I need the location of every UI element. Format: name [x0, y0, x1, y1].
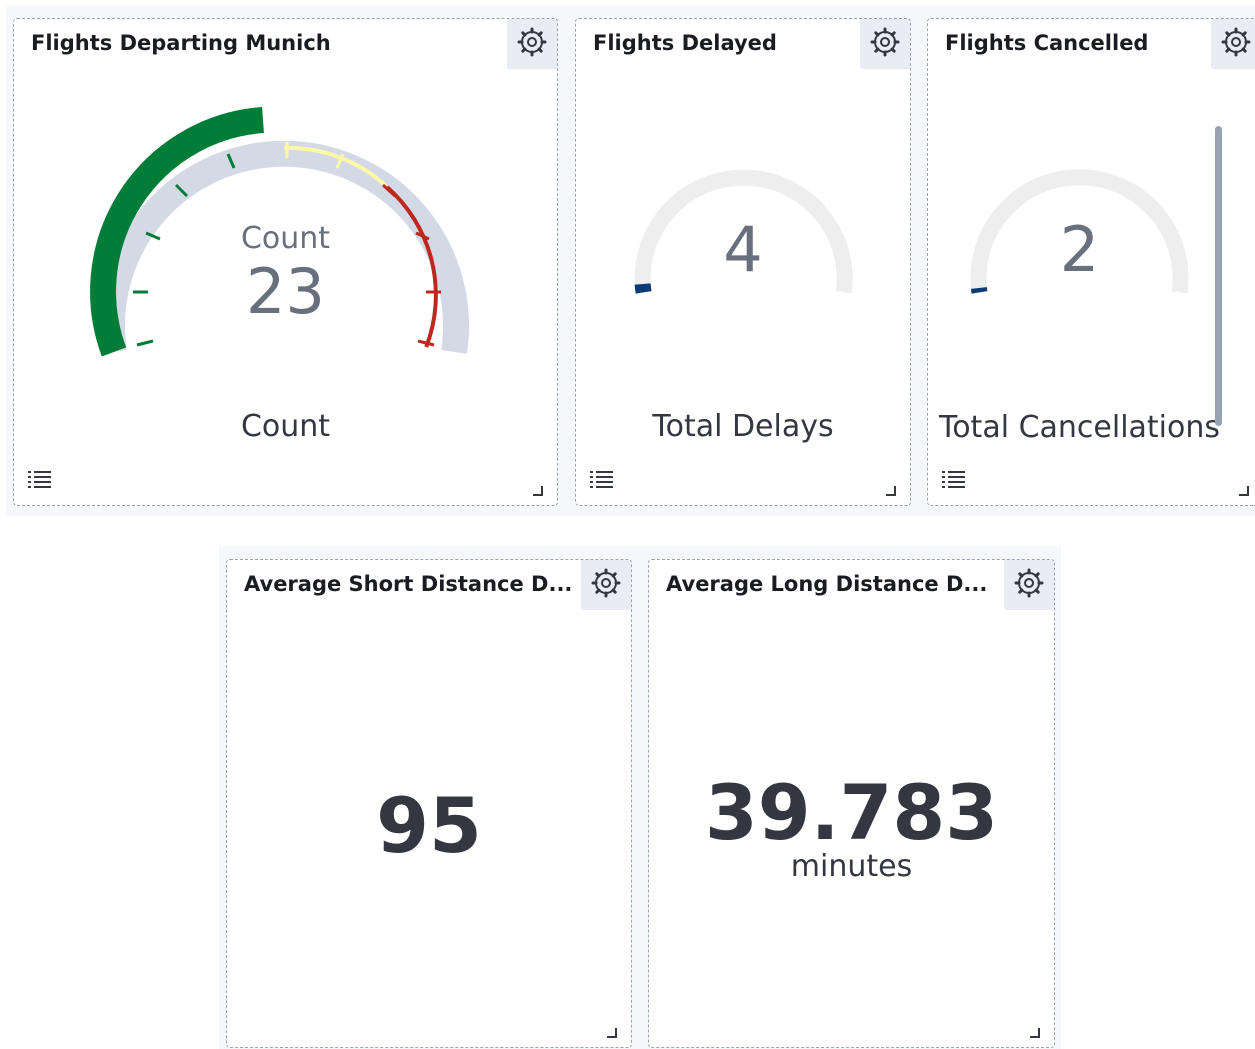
legend-toggle-button[interactable]: [941, 469, 967, 491]
gauge-value-fill: [970, 287, 988, 294]
gauge-value-fill: [634, 283, 652, 294]
resize-corner-icon[interactable]: [1030, 1023, 1040, 1038]
resize-corner-icon[interactable]: [1239, 481, 1249, 496]
gear-icon: [1013, 567, 1045, 603]
panel-average-long-distance: Average Long Distance D... 39.783 minute…: [648, 559, 1055, 1048]
panel-title: Average Short Distance D...: [244, 572, 573, 596]
list-icon: [589, 471, 615, 495]
panel-flights-cancelled: Flights Cancelled 2 Total Cancellations: [927, 18, 1255, 506]
legend-toggle-button[interactable]: [27, 469, 53, 491]
gauge-label: Count: [240, 409, 331, 444]
gear-icon: [590, 567, 622, 603]
gauge-tick: [136, 339, 154, 347]
gauge-value: 2: [1059, 213, 1100, 286]
list-icon: [941, 471, 967, 495]
gauge-label-clip: Total Cancellations: [928, 407, 1231, 456]
metric-value: 95: [376, 781, 482, 870]
vertical-scrollbar[interactable]: [1215, 126, 1222, 426]
gauge-label: Total Delays: [652, 409, 834, 444]
gauge-inner-label: Count: [240, 221, 331, 256]
resize-corner-icon[interactable]: [607, 1023, 617, 1038]
panel-title: Average Long Distance D...: [666, 572, 988, 596]
resize-corner-icon[interactable]: [886, 481, 896, 496]
resize-corner-icon[interactable]: [533, 481, 543, 496]
legend-toggle-button[interactable]: [589, 469, 615, 491]
gauge-label: Total Cancellations: [938, 410, 1221, 445]
metric-unit: minutes: [790, 849, 913, 884]
gauge-tick: [417, 339, 435, 347]
panel-flights-departing-munich: Flights Departing Munich Count 23 Count: [13, 18, 558, 506]
metric-value: 39.783: [704, 768, 999, 857]
gauge-value: 23: [246, 255, 325, 328]
panel-options-button[interactable]: [1004, 560, 1054, 610]
panel-options-button[interactable]: [581, 560, 631, 610]
panel-average-short-distance: Average Short Distance D... 95: [226, 559, 632, 1048]
gauge-value: 4: [723, 213, 763, 286]
list-icon: [27, 471, 53, 495]
panel-flights-delayed: Flights Delayed 4 Total Delays: [575, 18, 911, 506]
